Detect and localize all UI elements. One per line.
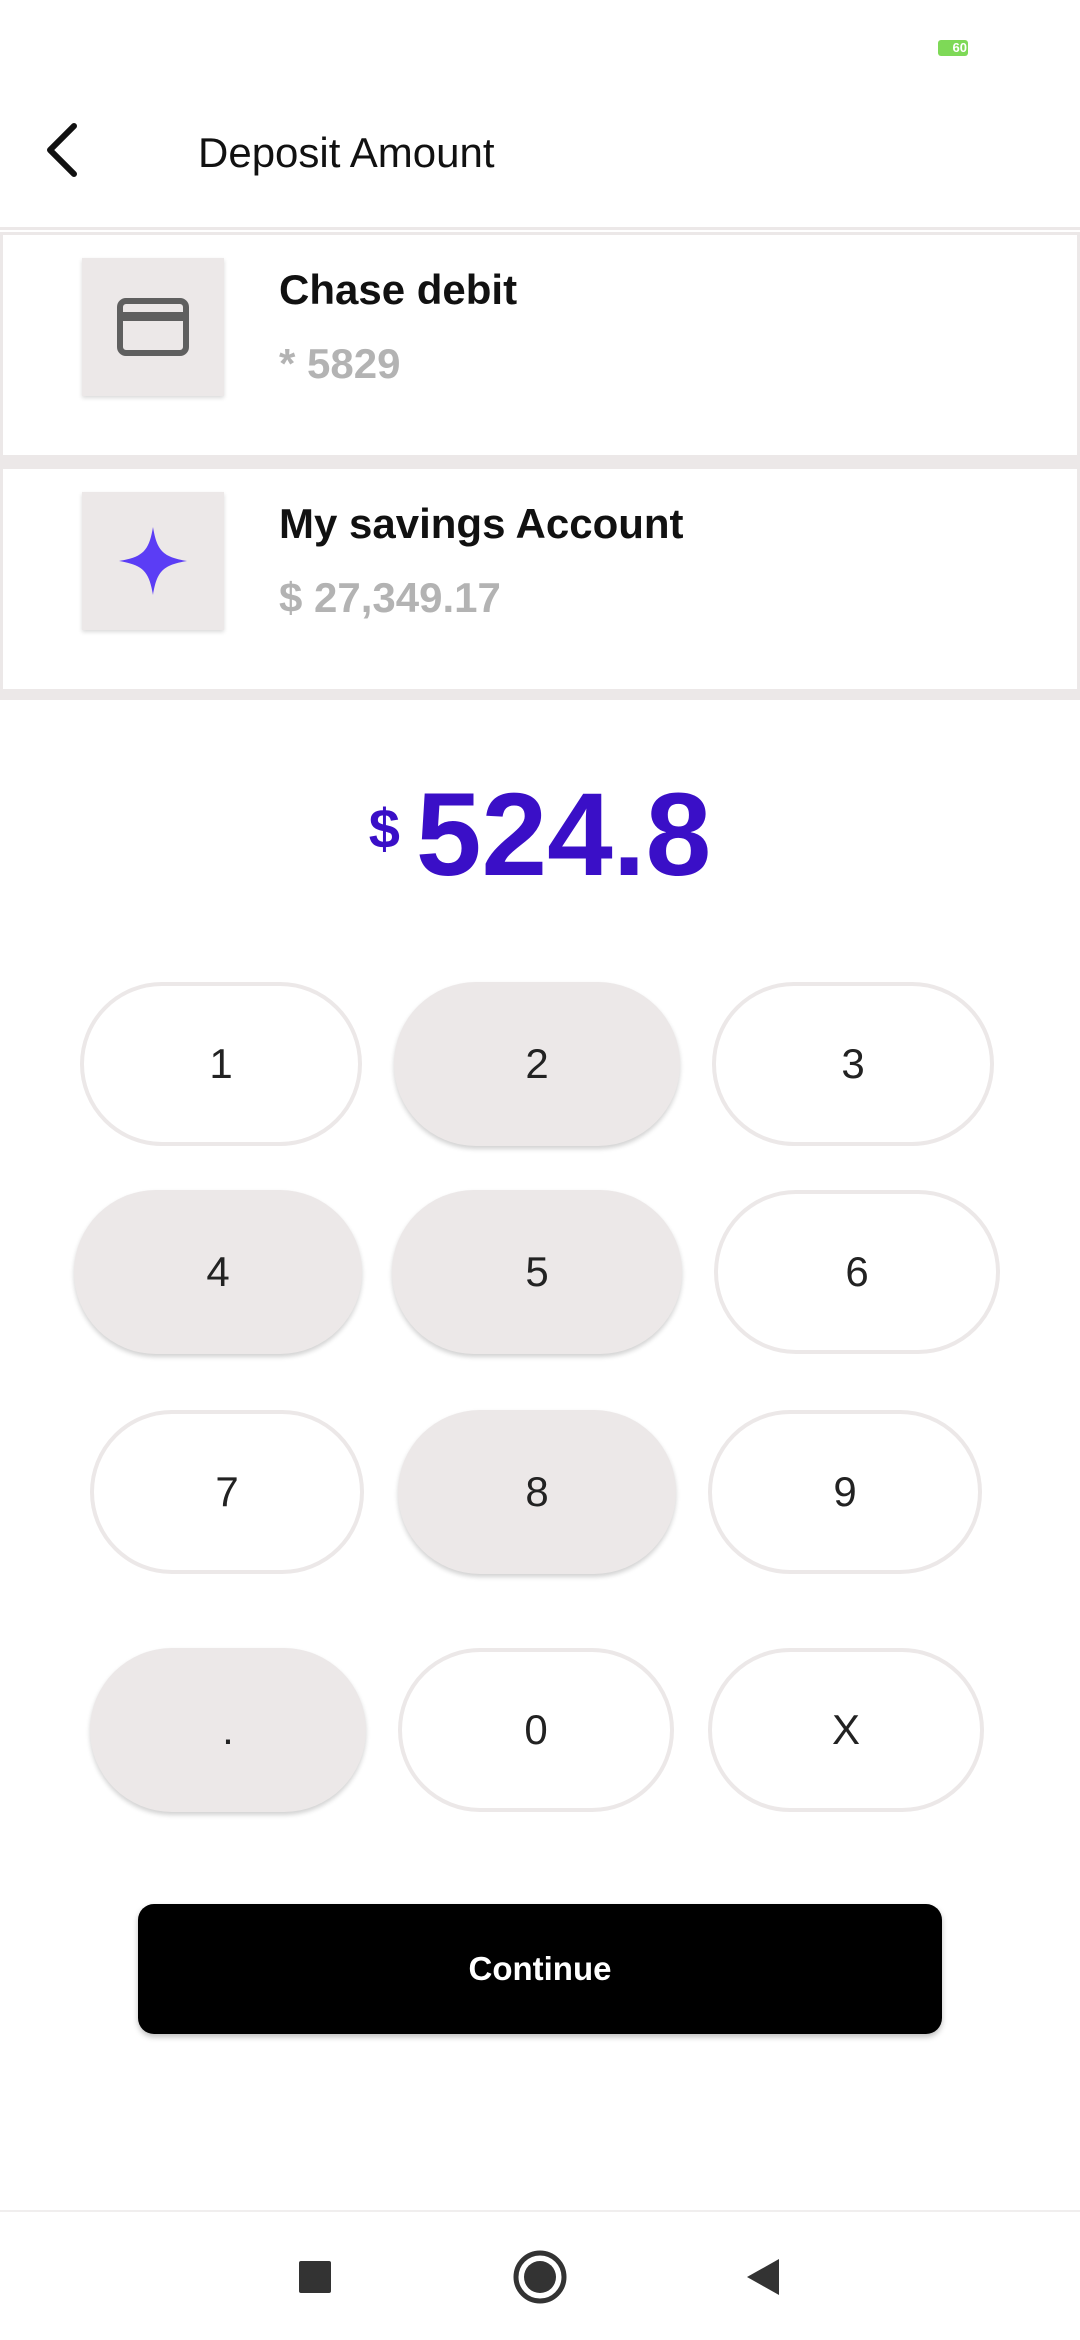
back-button[interactable] xyxy=(30,118,94,182)
key-2[interactable]: 2 xyxy=(394,982,680,1146)
page-title: Deposit Amount xyxy=(198,129,495,176)
account-card-chase-debit[interactable]: Chase debit * 5829 xyxy=(0,232,1080,458)
app-header: Deposit Amount xyxy=(0,96,1080,230)
status-bar: 60 xyxy=(0,0,1080,96)
key-6[interactable]: 6 xyxy=(714,1190,1000,1354)
account-number: * 5829 xyxy=(279,340,401,387)
system-nav-bar xyxy=(0,2210,1080,2340)
key-7[interactable]: 7 xyxy=(90,1410,364,1574)
key-3[interactable]: 3 xyxy=(712,982,994,1146)
amount-value: 524.8 xyxy=(415,769,712,901)
divider xyxy=(0,458,1080,466)
chevron-left-icon xyxy=(47,123,77,177)
key-decimal[interactable]: . xyxy=(90,1648,366,1812)
key-5[interactable]: 5 xyxy=(392,1190,682,1354)
square-icon xyxy=(299,2261,331,2293)
key-delete[interactable]: X xyxy=(708,1648,984,1812)
key-1[interactable]: 1 xyxy=(80,982,362,1146)
recents-button[interactable] xyxy=(280,2242,350,2312)
circle-icon xyxy=(513,2250,567,2304)
battery-icon: 60 xyxy=(938,40,968,56)
currency-symbol: $ xyxy=(368,797,400,860)
account-icon-box xyxy=(82,492,224,630)
account-icon-box xyxy=(82,258,224,396)
key-0[interactable]: 0 xyxy=(398,1648,674,1812)
key-4[interactable]: 4 xyxy=(74,1190,362,1354)
credit-card-icon xyxy=(117,298,189,356)
triangle-back-icon xyxy=(747,2259,779,2295)
deposit-amount-display: $524.8 xyxy=(0,770,1080,900)
battery-level: 60 xyxy=(952,40,967,55)
key-8[interactable]: 8 xyxy=(398,1410,676,1574)
back-nav-button[interactable] xyxy=(728,2242,798,2312)
divider xyxy=(0,692,1080,700)
continue-button[interactable]: Continue xyxy=(138,1904,942,2034)
key-9[interactable]: 9 xyxy=(708,1410,982,1574)
account-card-savings[interactable]: My savings Account $ 27,349.17 xyxy=(0,466,1080,692)
account-balance: $ 27,349.17 xyxy=(279,574,501,621)
account-name: Chase debit xyxy=(279,266,518,313)
sparkle-icon xyxy=(119,527,187,595)
account-name: My savings Account xyxy=(279,500,684,547)
home-button[interactable] xyxy=(505,2242,575,2312)
